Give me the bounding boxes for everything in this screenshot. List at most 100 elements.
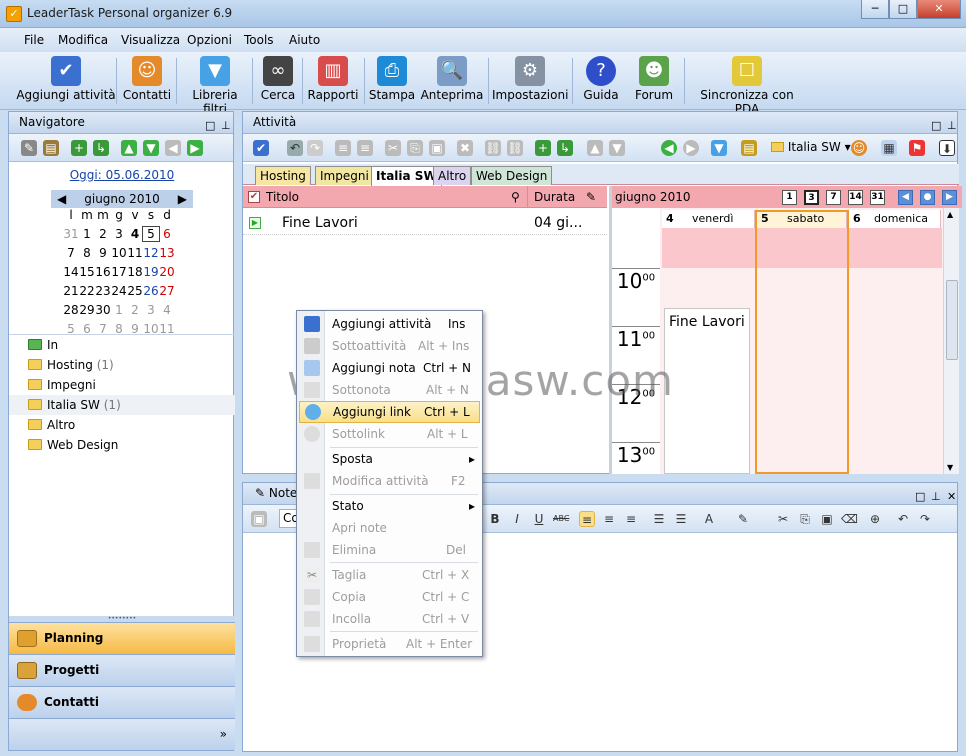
calendar-day[interactable]: 7	[63, 246, 79, 260]
delete-icon[interactable]: ✖	[457, 140, 473, 156]
move-up-icon[interactable]: ▲	[587, 140, 603, 156]
indent-icon[interactable]: ≡	[335, 140, 351, 156]
filter-library-button[interactable]: ▼ Libreria filtri	[180, 56, 250, 116]
tab-impegni[interactable]: Impegni	[315, 166, 374, 185]
calendar-day[interactable]: 2	[127, 303, 143, 317]
font-color-icon[interactable]: A	[701, 511, 717, 527]
calendar-day[interactable]: 4	[159, 303, 175, 317]
calendar-day[interactable]: 26	[143, 284, 159, 298]
menu-opzioni[interactable]: Opzioni	[187, 33, 232, 47]
panel-options-icon[interactable]: ⬇	[939, 140, 955, 156]
calendar-day[interactable]: 12	[143, 246, 159, 260]
settings-button[interactable]: ⚙ Impostazioni	[492, 56, 568, 108]
calendar-day[interactable]: 1	[111, 303, 127, 317]
menu-item-open-notes[interactable]: Apri note	[299, 517, 480, 539]
column-duration[interactable]: Durata	[534, 186, 575, 208]
folder-web-design[interactable]: Web Design	[9, 435, 235, 455]
add-subfolder-icon[interactable]: ↳	[557, 140, 573, 156]
folder-filter-dropdown[interactable]: Italia SW ▾	[771, 140, 851, 154]
align-left-icon[interactable]: ≡	[579, 511, 595, 527]
move-left-icon[interactable]: ◀	[165, 140, 181, 156]
column-title[interactable]: Titolo	[266, 186, 299, 208]
filter-icon[interactable]: ▼	[711, 140, 727, 156]
italic-icon[interactable]: I	[509, 511, 525, 527]
insert-link-icon[interactable]: ⊕	[867, 511, 883, 527]
tab-altro[interactable]: Altro	[433, 166, 472, 185]
menu-item-subtask[interactable]: Sottoattività Alt + Ins	[299, 335, 480, 357]
move-up-icon[interactable]: ▲	[121, 140, 137, 156]
date-filter-icon[interactable]: ▦	[881, 140, 897, 156]
calendar-day[interactable]: 4	[127, 227, 143, 241]
align-center-icon[interactable]: ≡	[601, 511, 617, 527]
calendar-scrollbar[interactable]: ▲ ▼	[943, 208, 959, 474]
view-1-day-button[interactable]: 1	[782, 190, 797, 205]
menu-item-add-task[interactable]: Aggiungi attività Ins	[299, 313, 480, 335]
view-7-days-button[interactable]: 7	[826, 190, 841, 205]
menu-item-add-link[interactable]: Aggiungi link Ctrl + L	[299, 401, 480, 423]
calendar-day[interactable]: 19	[143, 265, 159, 279]
calendar-day-today[interactable]: 5	[142, 226, 160, 242]
menu-visualizza[interactable]: Visualizza	[121, 33, 180, 47]
next-month-icon[interactable]: ▶	[178, 190, 187, 208]
calendar-day[interactable]: 30	[95, 303, 111, 317]
scroll-down-icon[interactable]: ▼	[947, 463, 953, 472]
print-button[interactable]: ⎙ Stampa	[368, 56, 416, 108]
today-icon[interactable]: ●	[920, 190, 935, 205]
panel-restore-icon[interactable]: □	[915, 486, 925, 507]
menu-item-move[interactable]: Sposta ▸	[299, 448, 480, 470]
tab-hosting[interactable]: Hosting	[255, 166, 311, 185]
paste-icon[interactable]: ▣	[429, 140, 445, 156]
section-progetti[interactable]: Progetti	[9, 654, 235, 686]
menu-item-paste[interactable]: Incolla Ctrl + V	[299, 608, 480, 630]
back-icon[interactable]: ◀	[661, 140, 677, 156]
tab-italia-sw[interactable]: Italia SW	[371, 166, 442, 186]
pin-icon[interactable]: ⊥	[221, 115, 231, 136]
menu-item-delete[interactable]: Elimina Del	[299, 539, 480, 561]
unlink-icon[interactable]: ⛓	[507, 140, 523, 156]
folder-in[interactable]: In	[9, 335, 235, 355]
calendar-day[interactable]: 11	[127, 246, 143, 260]
calendar-day[interactable]: 23	[95, 284, 111, 298]
folder-impegni[interactable]: Impegni	[9, 375, 235, 395]
chevron-down-icon[interactable]: »	[220, 719, 227, 750]
edit-folders-icon[interactable]: ✎	[21, 140, 37, 156]
redo-icon[interactable]: ↷	[917, 511, 933, 527]
calendar-event[interactable]: Fine Lavori	[664, 308, 750, 474]
view-14-days-button[interactable]: 14	[848, 190, 863, 205]
calendar-day[interactable]: 16	[95, 265, 111, 279]
section-planning[interactable]: Planning	[9, 622, 235, 654]
folder-settings-icon[interactable]: ▤	[43, 140, 59, 156]
folder-filter-icon[interactable]: ▤	[741, 140, 757, 156]
next-period-icon[interactable]: ▶	[942, 190, 957, 205]
calendar-day[interactable]: 20	[159, 265, 175, 279]
menu-file[interactable]: File	[24, 33, 44, 47]
pin-icon[interactable]: ⊥	[931, 486, 941, 507]
menu-item-cut[interactable]: ✂ Taglia Ctrl + X	[299, 564, 480, 586]
cut-icon[interactable]: ✂	[385, 140, 401, 156]
priority-flag-icon[interactable]: ⚑	[909, 140, 925, 156]
calendar-day[interactable]: 21	[63, 284, 79, 298]
section-overflow[interactable]: »	[9, 718, 235, 750]
calendar-day[interactable]: 17	[111, 265, 127, 279]
calendar-day[interactable]: 2	[95, 227, 111, 241]
reports-button[interactable]: ▥ Rapporti	[306, 56, 360, 108]
clear-format-icon[interactable]: ⌫	[841, 511, 858, 527]
menu-modifica[interactable]: Modifica	[58, 33, 108, 47]
calendar-day[interactable]: 29	[79, 303, 95, 317]
calendar-day[interactable]: 6	[159, 227, 175, 241]
menu-item-status[interactable]: Stato ▸	[299, 495, 480, 517]
view-31-days-button[interactable]: 31	[870, 190, 885, 205]
calendar-day[interactable]: 3	[143, 303, 159, 317]
minimize-button[interactable]: ─	[861, 0, 889, 19]
today-link[interactable]: Oggi: 05.06.2010	[9, 168, 235, 182]
task-row[interactable]: ▶ Fine Lavori 04 gi...	[243, 211, 607, 235]
edit-columns-icon[interactable]: ✎	[586, 186, 596, 208]
view-3-days-button[interactable]: 3	[804, 190, 819, 205]
move-right-icon[interactable]: ▶	[187, 140, 203, 156]
menu-item-sublink[interactable]: Sottolink Alt + L	[299, 423, 480, 445]
menu-item-edit-task[interactable]: Modifica attività F2	[299, 470, 480, 492]
prev-month-icon[interactable]: ◀	[57, 190, 66, 208]
help-button[interactable]: ? Guida	[578, 56, 624, 108]
menu-item-copy[interactable]: Copia Ctrl + C	[299, 586, 480, 608]
scroll-up-icon[interactable]: ▲	[947, 210, 953, 219]
